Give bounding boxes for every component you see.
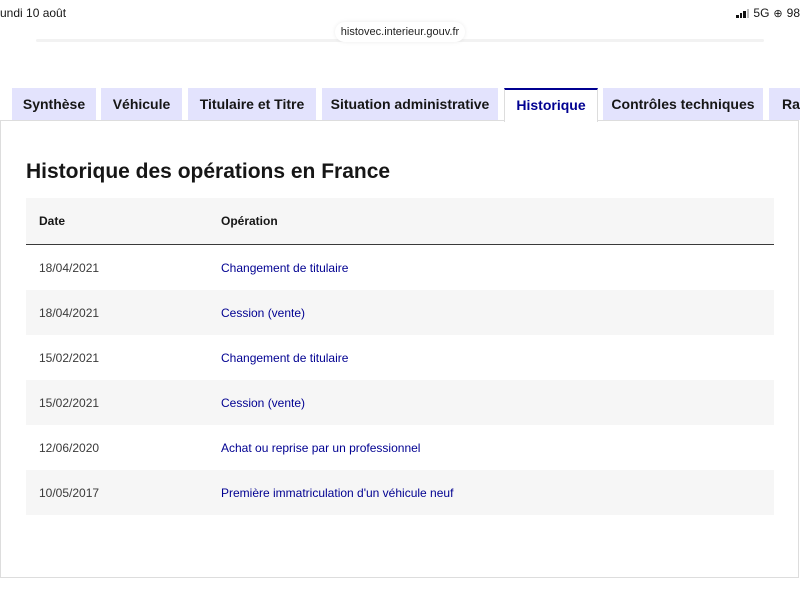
- row-operation-link[interactable]: Achat ou reprise par un professionnel: [221, 441, 420, 455]
- history-table: Date Opération 18/04/2021 Changement de …: [26, 198, 774, 515]
- column-header-operation: Opération: [221, 214, 278, 228]
- table-header: Date Opération: [26, 198, 774, 245]
- address-bar[interactable]: histovec.interieur.gouv.fr: [36, 22, 764, 42]
- signal-icon: [736, 8, 750, 18]
- row-date: 15/02/2021: [39, 396, 100, 410]
- page-title: Historique des opérations en France: [26, 160, 391, 183]
- network-label: 5G: [753, 6, 770, 20]
- row-date: 12/06/2020: [39, 441, 100, 455]
- status-indicators: 5G ⊕ 98: [736, 6, 800, 20]
- tab-situation-administrative[interactable]: Situation administrative: [322, 88, 498, 120]
- tab-synthese[interactable]: Synthèse: [12, 88, 96, 120]
- tab-titulaire[interactable]: Titulaire et Titre: [188, 88, 316, 120]
- rotation-lock-icon: ⊕: [773, 7, 783, 20]
- row-date: 15/02/2021: [39, 351, 100, 365]
- battery-level: 98: [786, 6, 800, 20]
- column-header-date: Date: [39, 214, 66, 228]
- row-date: 10/05/2017: [39, 486, 100, 500]
- tab-bar: Synthèse Véhicule Titulaire et Titre Sit…: [0, 88, 800, 122]
- row-date: 18/04/2021: [39, 306, 100, 320]
- table-row: 15/02/2021 Cession (vente): [26, 380, 774, 425]
- table-row: 12/06/2020 Achat ou reprise par un profe…: [26, 425, 774, 470]
- status-date: undi 10 août: [0, 6, 67, 20]
- tab-historique[interactable]: Historique: [504, 88, 598, 122]
- tab-vehicule[interactable]: Véhicule: [101, 88, 182, 120]
- row-date: 18/04/2021: [39, 261, 100, 275]
- table-row: 10/05/2017 Première immatriculation d'un…: [26, 470, 774, 515]
- url-text[interactable]: histovec.interieur.gouv.fr: [335, 22, 465, 42]
- table-row: 18/04/2021 Changement de titulaire: [26, 245, 774, 290]
- table-row: 15/02/2021 Changement de titulaire: [26, 335, 774, 380]
- row-operation-link[interactable]: Cession (vente): [221, 306, 305, 320]
- table-row: 18/04/2021 Cession (vente): [26, 290, 774, 335]
- tab-rapport[interactable]: Rap: [769, 88, 800, 120]
- tab-controles-techniques[interactable]: Contrôles techniques: [603, 88, 763, 120]
- row-operation-link[interactable]: Changement de titulaire: [221, 261, 348, 275]
- table-body: 18/04/2021 Changement de titulaire 18/04…: [26, 245, 774, 515]
- row-operation-link[interactable]: Cession (vente): [221, 396, 305, 410]
- row-operation-link[interactable]: Première immatriculation d'un véhicule n…: [221, 486, 453, 500]
- row-operation-link[interactable]: Changement de titulaire: [221, 351, 348, 365]
